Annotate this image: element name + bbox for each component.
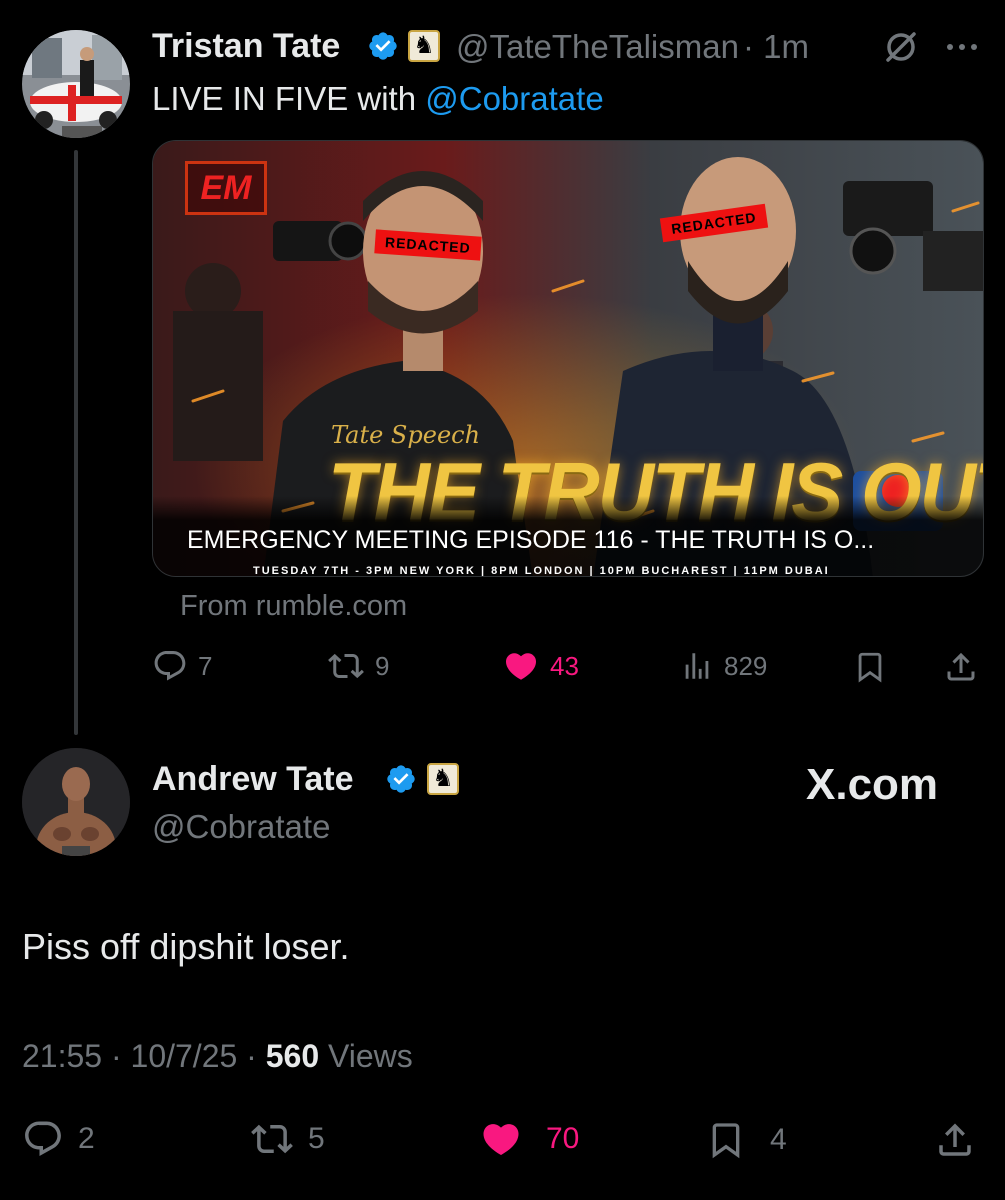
reply-count: 2 <box>78 1122 95 1155</box>
views-button[interactable]: 829 <box>680 648 767 684</box>
card-brand-logo: EM <box>185 161 267 215</box>
card-source[interactable]: From rumble.com <box>180 590 407 623</box>
like-button[interactable]: 43 <box>502 648 579 684</box>
card-title: EMERGENCY MEETING EPISODE 116 - THE TRUT… <box>187 526 875 554</box>
views-icon <box>685 653 709 679</box>
author-handle[interactable]: @Cobratate <box>152 808 330 846</box>
repost-count: 9 <box>375 650 390 681</box>
tweet-meta: 21:55 · 10/7/25 · 560 Views <box>22 1038 413 1074</box>
repost-count: 5 <box>308 1122 325 1155</box>
author-name[interactable]: Andrew Tate <box>152 760 354 799</box>
bookmark-count: 4 <box>770 1123 787 1156</box>
views-label: Views <box>328 1038 413 1074</box>
tweet-text: LIVE IN FIVE with @Cobratate <box>152 80 604 117</box>
repost-icon <box>251 1124 293 1154</box>
bookmark-icon <box>712 1123 740 1159</box>
repost-button[interactable]: 9 <box>327 648 389 684</box>
reply-count: 7 <box>198 650 213 681</box>
like-icon <box>483 1124 519 1156</box>
tweet-date[interactable]: 10/7/25 <box>131 1038 238 1074</box>
like-count: 70 <box>546 1122 580 1155</box>
share-icon[interactable] <box>943 648 979 686</box>
more-icon[interactable] <box>942 40 982 54</box>
andrew-avatar[interactable] <box>22 748 130 856</box>
repost-button[interactable]: 5 <box>250 1118 325 1160</box>
bookmark-button[interactable]: 4 <box>706 1118 787 1162</box>
verified-icon <box>387 765 415 793</box>
reply-button[interactable]: 7 <box>152 648 212 684</box>
knight-badge-icon: ♞ <box>427 763 459 795</box>
grok-icon[interactable] <box>884 30 918 64</box>
knight-badge-icon: ♞ <box>408 30 440 62</box>
thread-line <box>74 150 78 735</box>
author-handle[interactable]: @TateTheTalisman · 1m <box>456 28 809 66</box>
bookmark-icon[interactable] <box>853 648 887 686</box>
views-count: 560 <box>265 1038 320 1074</box>
views-count: 829 <box>724 650 768 681</box>
reply-icon <box>25 1121 61 1156</box>
mention-link[interactable]: @Cobratate <box>425 80 603 117</box>
like-count: 43 <box>550 650 579 681</box>
x-watermark: X.com <box>806 760 939 809</box>
like-button[interactable]: 70 <box>478 1118 579 1160</box>
link-preview-card[interactable]: EM REDACTED REDACTED Tate Speech THE TRU… <box>152 140 984 577</box>
tweet-time[interactable]: · 1m <box>743 28 809 65</box>
like-icon <box>505 653 537 680</box>
reply-button[interactable]: 2 <box>22 1118 95 1160</box>
reply-icon <box>154 651 186 681</box>
repost-icon <box>328 653 364 679</box>
card-strip: TUESDAY 7TH - 3PM NEW YORK | 8PM LONDON … <box>253 565 830 577</box>
verified-icon <box>369 32 397 60</box>
tweet-text: Piss off dipshit loser. <box>22 926 350 967</box>
tristan-avatar[interactable] <box>22 30 130 138</box>
author-name[interactable]: Tristan Tate <box>152 27 340 66</box>
tweet-time[interactable]: 21:55 <box>22 1038 102 1074</box>
share-icon[interactable] <box>934 1118 976 1162</box>
